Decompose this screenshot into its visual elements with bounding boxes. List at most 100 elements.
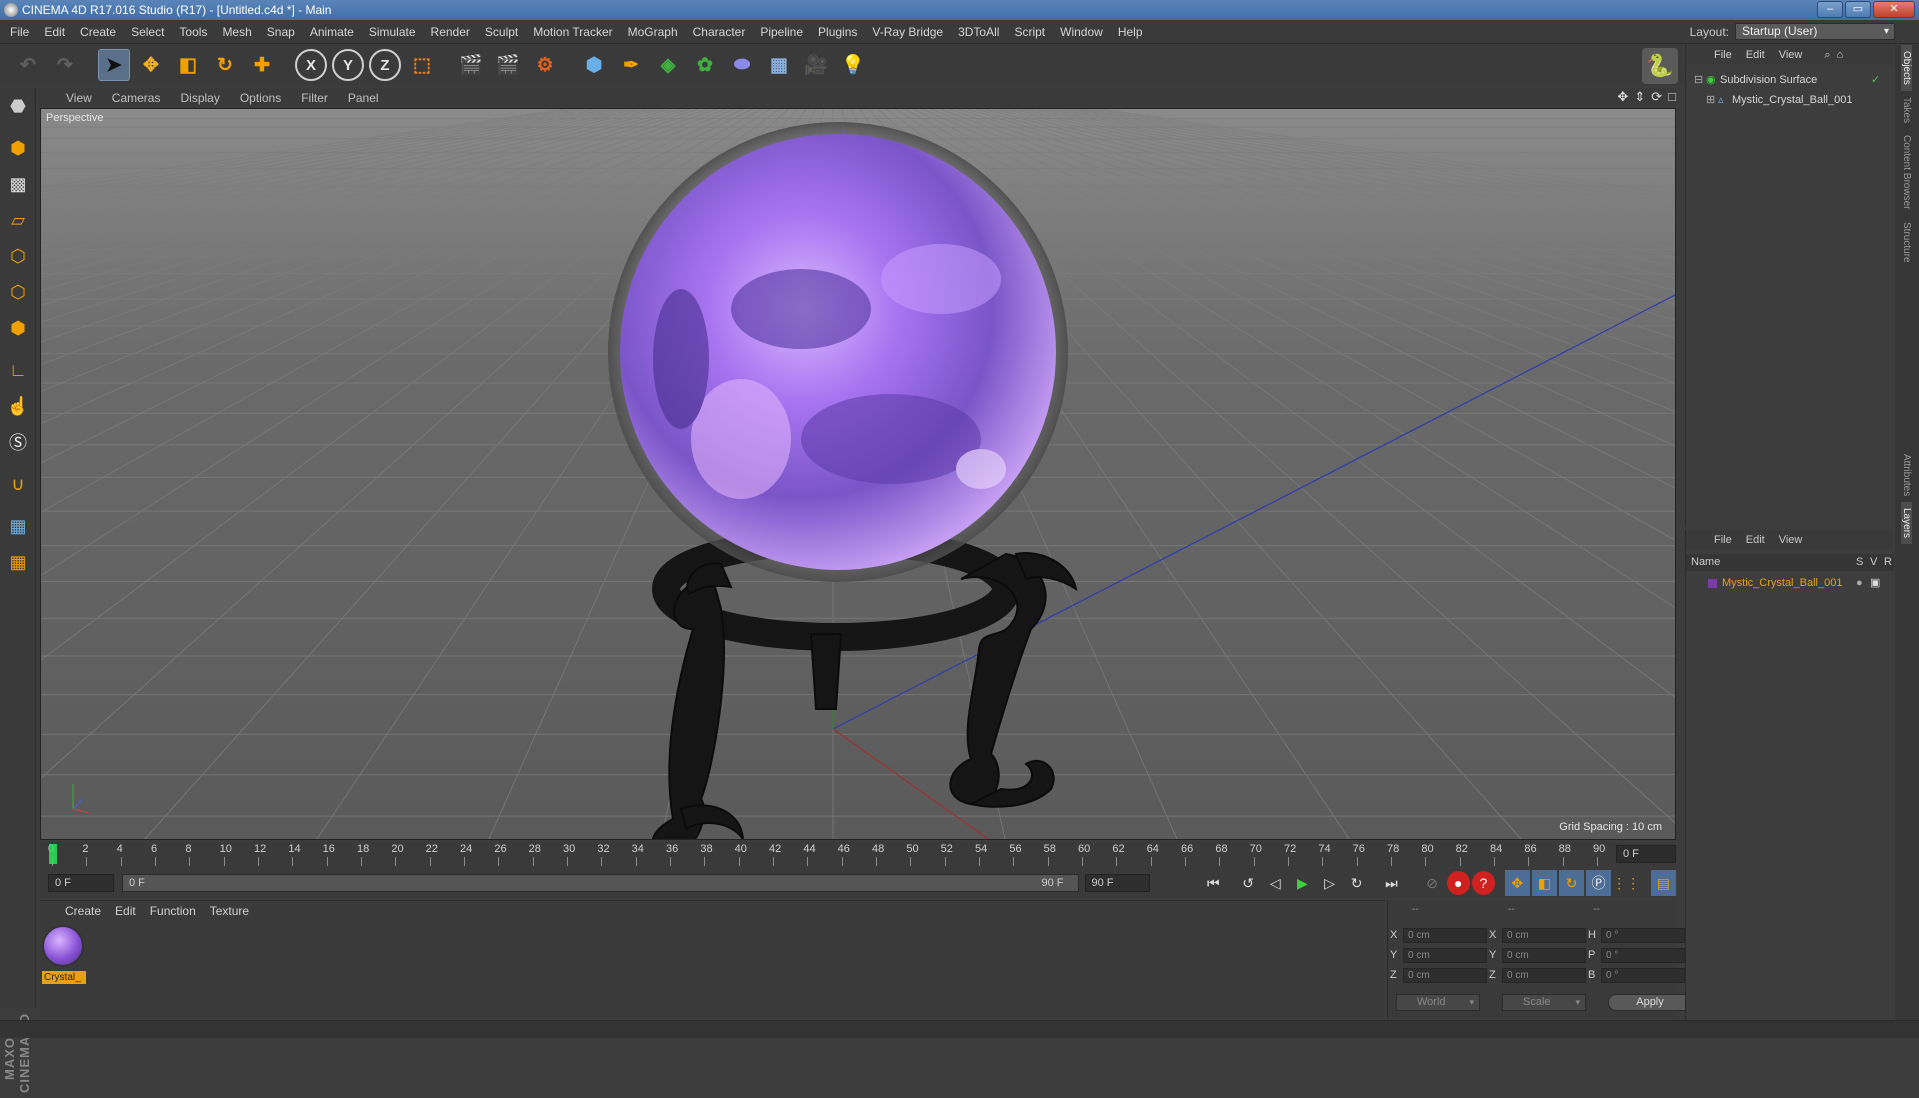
step-back-icon[interactable]: ◁ [1263,870,1288,896]
axis-mode-icon[interactable]: ∟ [2,354,34,386]
goto-end-icon[interactable]: ⏭ [1379,870,1404,896]
coordinate-space-dropdown[interactable]: World [1396,994,1480,1011]
record-keys-disabled-icon[interactable]: ⊘ [1420,870,1445,896]
step-forward-icon[interactable]: ▷ [1317,870,1342,896]
menu-mograph[interactable]: MoGraph [628,25,678,39]
camera-icon[interactable]: 🎥 [800,49,832,81]
perspective-viewport[interactable]: Perspective Grid Spacing : 10 cm [40,108,1676,840]
menu-create[interactable]: Create [80,25,116,39]
viewport-menu-view[interactable]: View [66,91,92,105]
render-settings-icon[interactable]: ⚙ [529,49,561,81]
tab-objects[interactable]: Objects [1901,45,1912,91]
pos-z-field[interactable]: 0 cm [1403,967,1487,983]
subdivision-icon[interactable]: ◈ [652,49,684,81]
menu-snap[interactable]: Snap [267,25,295,39]
menu-window[interactable]: Window [1060,25,1103,39]
model-mode-icon[interactable]: ⬣ [2,90,34,122]
rot-b-field[interactable]: 0 ° [1601,967,1685,983]
key-position-icon[interactable]: ✥ [1504,870,1530,896]
goto-prev-key-icon[interactable]: ↺ [1236,870,1261,896]
expand-icon[interactable]: ⊞ [1706,91,1715,109]
move-icon[interactable]: ✥ [135,49,167,81]
redo-icon[interactable]: ↷ [49,49,81,81]
orbit-icon[interactable]: ⟳ [1651,89,1662,105]
object-menu-view[interactable]: View [1779,49,1803,61]
object-mode-icon[interactable]: ⬢ [2,132,34,164]
pos-y-field[interactable]: 0 cm [1403,947,1487,963]
search-icon[interactable]: ⌕ [1824,49,1830,62]
cloner-icon[interactable]: ✿ [689,49,721,81]
solo-icon[interactable]: ● [1856,574,1863,592]
layer-menu-file[interactable]: File [1714,534,1732,546]
rot-h-field[interactable]: 0 ° [1601,927,1685,943]
size-z-field[interactable]: 0 cm [1502,967,1586,983]
viewport-menu-display[interactable]: Display [180,91,219,105]
floor-icon[interactable]: ▦ [763,49,795,81]
planar-workplane-icon[interactable]: ▦ [2,546,34,578]
viewport-menu-cameras[interactable]: Cameras [112,91,161,105]
end-frame-field[interactable]: 90 F [1084,874,1151,892]
render-picture-viewer-icon[interactable]: 🎬 [492,49,524,81]
menu-mesh[interactable]: Mesh [222,25,251,39]
maximize-button[interactable]: ▭ [1845,1,1871,18]
size-mode-dropdown[interactable]: Scale [1502,994,1586,1011]
object-row-subdivision-surface[interactable]: ⊟ ◉ Subdivision Surface ✓ [1686,71,1894,89]
viewport-menu-panel[interactable]: Panel [348,91,379,105]
workplane-icon[interactable]: ▱ [2,204,34,236]
layer-menu-view[interactable]: View [1779,534,1803,546]
material-menu-create[interactable]: Create [65,904,101,918]
viewport-menu-filter[interactable]: Filter [301,91,328,105]
home-icon[interactable]: ⌂ [1837,49,1844,61]
maximize-view-icon[interactable]: □ [1668,89,1676,105]
magnet-icon[interactable]: ∪ [2,468,34,500]
minimize-button[interactable]: – [1817,1,1843,18]
tab-content-browser[interactable]: Content Browser [1901,129,1912,215]
object-menu-edit[interactable]: Edit [1746,49,1765,61]
menu-tools[interactable]: Tools [179,25,207,39]
texture-mode-icon[interactable]: ▩ [2,168,34,200]
material-menu-texture[interactable]: Texture [210,904,249,918]
visible-icon[interactable]: ▣ [1870,574,1880,592]
lock-workplane-icon[interactable]: ▦ [2,510,34,542]
material-swatch-crystal[interactable] [42,925,84,967]
menu-motion-tracker[interactable]: Motion Tracker [533,25,612,39]
dolly-icon[interactable]: ⇕ [1634,89,1645,105]
material-menu-edit[interactable]: Edit [115,904,136,918]
layout-dropdown[interactable]: Startup (User) [1735,23,1895,40]
snapping-icon[interactable]: Ⓢ [2,426,34,458]
menu-character[interactable]: Character [693,25,746,39]
key-rotation-icon[interactable]: ↻ [1558,870,1585,896]
tab-layers[interactable]: Layers [1901,502,1912,545]
goto-start-icon[interactable]: ⏮ [1201,870,1226,896]
key-scale-icon[interactable]: ◧ [1531,870,1557,896]
undo-icon[interactable]: ↶ [12,49,44,81]
pos-x-field[interactable]: 0 cm [1403,927,1487,943]
timeline-playhead[interactable] [49,844,57,864]
object-row-crystal-ball[interactable]: ⊞ ▵ Mystic_Crystal_Ball_001 [1686,91,1894,109]
menu-file[interactable]: File [10,25,29,39]
play-icon[interactable]: ▶ [1290,870,1315,896]
timeline-window-icon[interactable]: ▤ [1650,870,1676,896]
menu-3dtoall[interactable]: 3DToAll [958,25,999,39]
live-select-icon[interactable]: ✚ [246,49,278,81]
material-menu-function[interactable]: Function [150,904,196,918]
axis-y-icon[interactable]: Y [332,49,364,81]
tab-takes[interactable]: Takes [1901,91,1912,129]
layer-color-swatch[interactable] [1708,579,1717,588]
points-mode-icon[interactable]: ⬡ [2,240,34,272]
menu-select[interactable]: Select [131,25,164,39]
menu-plugins[interactable]: Plugins [818,25,857,39]
apply-button[interactable]: Apply [1608,994,1692,1011]
key-parameter-icon[interactable]: Ⓟ [1586,870,1612,896]
scale-icon[interactable]: ◧ [172,49,204,81]
select-cursor-icon[interactable]: ➤ [98,49,130,81]
deformer-icon[interactable]: ⬬ [726,49,758,81]
edges-mode-icon[interactable]: ⬡ [2,276,34,308]
menu-simulate[interactable]: Simulate [369,25,416,39]
material-label[interactable]: Crystal_ [42,971,86,984]
menu-sculpt[interactable]: Sculpt [485,25,518,39]
pen-spline-icon[interactable]: ✒ [615,49,647,81]
object-menu-file[interactable]: File [1714,49,1732,61]
light-icon[interactable]: 💡 [837,49,869,81]
current-frame-field[interactable]: 0 F [1616,845,1676,863]
